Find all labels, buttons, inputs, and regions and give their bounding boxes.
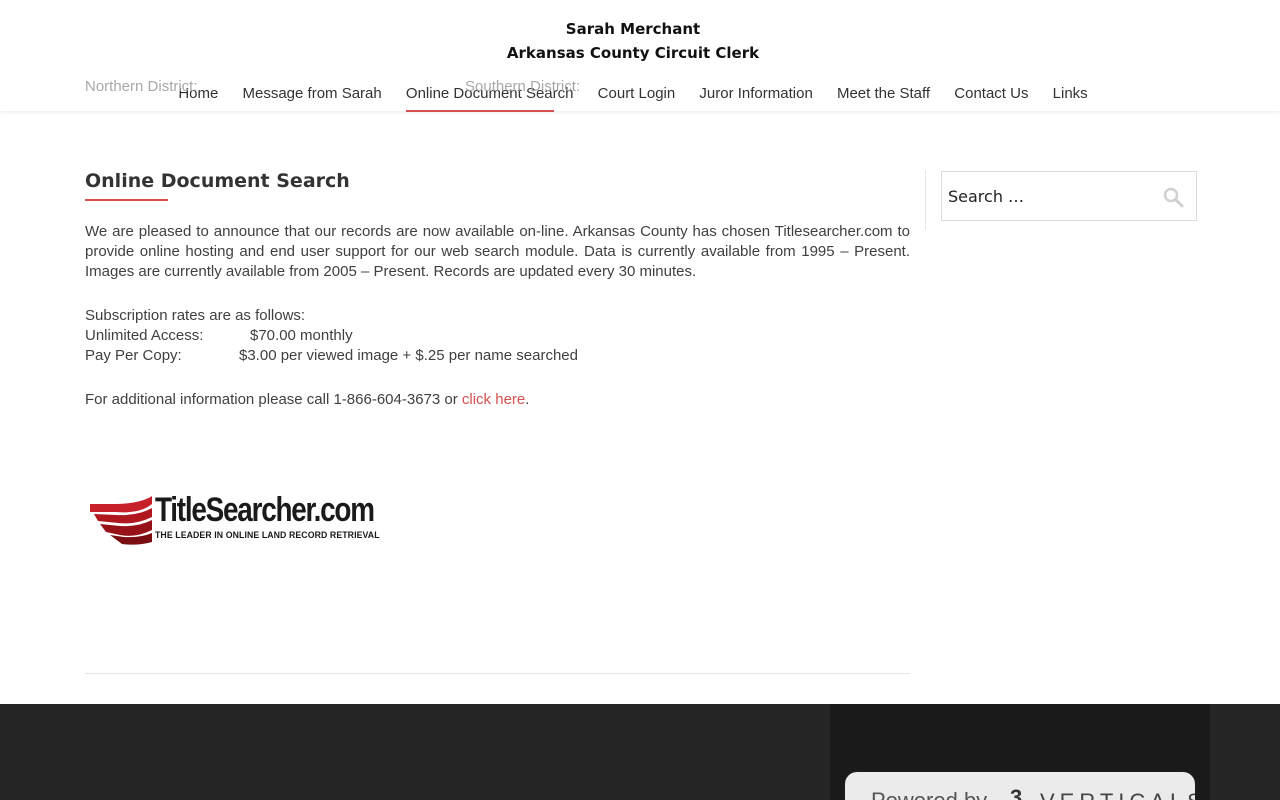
nav-juror-information[interactable]: Juror Information bbox=[699, 84, 812, 104]
page-title: Online Document Search bbox=[85, 170, 350, 192]
info-text: For additional information please call 1… bbox=[85, 391, 462, 408]
southern-district-label: Southern District: bbox=[465, 78, 581, 95]
main-content: Online Document Search We are pleased to… bbox=[85, 165, 910, 410]
rates-heading: Subscription rates are as follows: bbox=[85, 307, 306, 324]
rates-paragraph: Subscription rates are as follows: Unlim… bbox=[85, 306, 910, 366]
nav-court-login[interactable]: Court Login bbox=[598, 84, 676, 104]
logo-tagline: THE LEADER IN ONLINE LAND RECORD RETRIEV… bbox=[155, 530, 380, 541]
nav-links[interactable]: Links bbox=[1053, 84, 1088, 104]
title-underline bbox=[85, 199, 168, 201]
content-divider bbox=[85, 673, 910, 674]
rate-unlimited-value: $70.00 monthly bbox=[250, 327, 353, 344]
click-here-link[interactable]: click here bbox=[462, 391, 525, 408]
northern-district-label: Northern District: bbox=[85, 78, 198, 95]
nav-meet-the-staff[interactable]: Meet the Staff bbox=[837, 84, 930, 104]
titlesearcher-logo[interactable]: TitleSearcher.com THE LEADER IN ONLINE L… bbox=[90, 490, 385, 548]
intro-paragraph: We are pleased to announce that our reco… bbox=[85, 223, 910, 280]
site-title[interactable]: Sarah Merchant Arkansas County Circuit C… bbox=[0, 17, 1266, 65]
sidebar-divider bbox=[925, 170, 926, 230]
nav-message-from-sarah[interactable]: Message from Sarah bbox=[243, 84, 382, 104]
info-suffix: . bbox=[525, 391, 530, 408]
rate-unlimited: Unlimited Access: $70.00 monthly bbox=[85, 326, 910, 346]
search-input[interactable] bbox=[942, 172, 1142, 220]
powered-by-badge[interactable]: Powered by 3 VERTICALS bbox=[845, 772, 1195, 800]
logo-wordmark: TitleSearcher.com bbox=[155, 491, 375, 529]
sidebar-search-form bbox=[941, 171, 1197, 221]
search-icon[interactable] bbox=[1162, 186, 1184, 208]
powered-by-text: Powered by bbox=[871, 788, 987, 800]
site-title-line1[interactable]: Sarah Merchant bbox=[0, 17, 1266, 41]
verticals-brand: VERTICALS bbox=[1040, 789, 1195, 800]
rate-per-copy: Pay Per Copy: $3.00 per viewed image + $.… bbox=[85, 346, 910, 366]
titlesearcher-logo-swoosh-icon bbox=[90, 496, 152, 545]
verticals-logo-icon: 3 bbox=[1010, 785, 1023, 800]
rate-per-copy-value: $3.00 per viewed image + $.25 per name s… bbox=[239, 347, 578, 364]
info-paragraph: For additional information please call 1… bbox=[85, 390, 910, 410]
rate-per-copy-label: Pay Per Copy: bbox=[85, 347, 182, 364]
site-title-line2[interactable]: Arkansas County Circuit Clerk bbox=[0, 41, 1266, 65]
rate-unlimited-label: Unlimited Access: bbox=[85, 327, 204, 344]
nav-contact-us[interactable]: Contact Us bbox=[954, 84, 1028, 104]
